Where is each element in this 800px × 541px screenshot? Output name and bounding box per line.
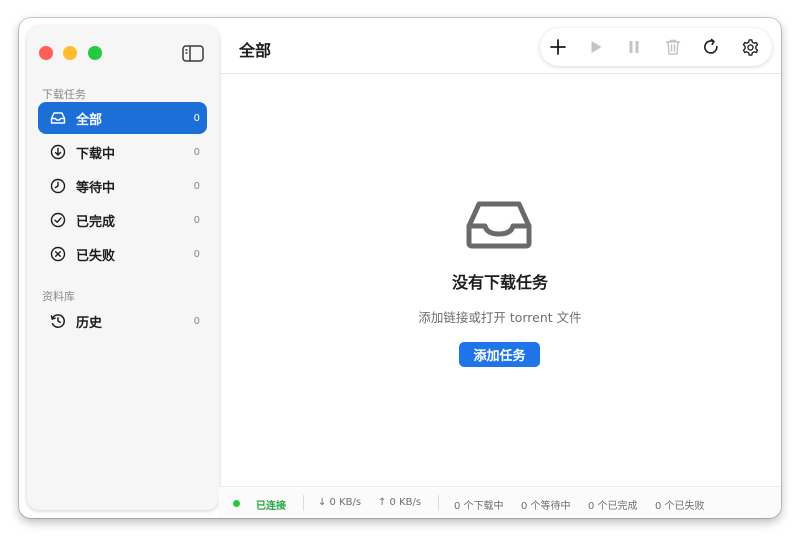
sidebar-item-history[interactable]: 历史 0 bbox=[38, 305, 207, 337]
sidebar-item-label: 已失败 bbox=[76, 248, 116, 264]
sidebar-item-count: 0 bbox=[193, 112, 200, 124]
sidebar-item-count: 0 bbox=[193, 146, 200, 158]
arrow-down-circle-icon bbox=[50, 144, 66, 160]
close-window-button[interactable] bbox=[39, 46, 53, 60]
sidebar-item-waiting[interactable]: 等待中 0 bbox=[38, 170, 207, 202]
header-divider bbox=[219, 73, 781, 74]
page-title: 全部 bbox=[239, 41, 272, 60]
trash-icon[interactable] bbox=[663, 37, 683, 57]
sidebar-item-count: 0 bbox=[193, 180, 200, 192]
sidebar-item-count: 0 bbox=[193, 214, 200, 226]
connection-status: 已连接 bbox=[256, 501, 286, 512]
play-icon[interactable] bbox=[586, 37, 606, 57]
empty-inbox-icon bbox=[465, 200, 533, 250]
status-bar: 已连接 ↓ 0 KB/s ↑ 0 KB/s 0 个下载中 0 个等待中 0 个已… bbox=[219, 486, 781, 518]
zoom-window-button[interactable] bbox=[88, 46, 102, 60]
sidebar-item-count: 0 bbox=[193, 248, 200, 260]
sidebar-item-failed[interactable]: 已失败 0 bbox=[38, 238, 207, 270]
minimize-window-button[interactable] bbox=[63, 46, 77, 60]
sidebar-item-label: 等待中 bbox=[76, 180, 116, 196]
inbox-icon bbox=[50, 110, 66, 126]
sidebar-item-downloading[interactable]: 下载中 0 bbox=[38, 136, 207, 168]
waiting-count: 0 个等待中 bbox=[521, 501, 571, 512]
history-icon bbox=[50, 313, 66, 329]
download-speed: ↓ 0 KB/s bbox=[318, 497, 362, 508]
clock-icon bbox=[50, 178, 66, 194]
check-circle-icon bbox=[50, 212, 66, 228]
plus-icon[interactable] bbox=[548, 37, 568, 57]
x-circle-icon bbox=[50, 246, 66, 262]
connection-status-dot bbox=[233, 500, 240, 507]
refresh-icon[interactable] bbox=[701, 37, 721, 57]
sidebar-item-label: 历史 bbox=[76, 315, 103, 331]
sidebar-item-label: 全部 bbox=[76, 112, 103, 128]
status-divider bbox=[438, 495, 439, 511]
empty-state-title: 没有下载任务 bbox=[451, 273, 548, 292]
sidebar-item-count: 0 bbox=[193, 315, 200, 327]
sidebar: 下载任务 全部 0 下载中 0 等待中 0 已完成 0 已失败 0 资料库 历史… bbox=[27, 26, 219, 510]
sidebar-item-label: 已完成 bbox=[76, 214, 116, 230]
failed-count: 0 个已失败 bbox=[655, 501, 705, 512]
sidebar-item-completed[interactable]: 已完成 0 bbox=[38, 204, 207, 236]
sidebar-item-label: 下载中 bbox=[76, 146, 116, 162]
sidebar-toggle-icon[interactable] bbox=[182, 45, 204, 62]
add-task-button[interactable]: 添加任务 bbox=[459, 342, 540, 367]
toolbar bbox=[540, 28, 772, 66]
status-divider bbox=[303, 495, 304, 511]
sidebar-item-all[interactable]: 全部 0 bbox=[38, 102, 207, 134]
section-label-library: 资料库 bbox=[42, 290, 75, 303]
section-label-downloads: 下载任务 bbox=[42, 88, 86, 101]
downloading-count: 0 个下载中 bbox=[454, 501, 504, 512]
completed-count: 0 个已完成 bbox=[588, 501, 638, 512]
empty-state-subtitle: 添加链接或打开 torrent 文件 bbox=[418, 310, 582, 325]
upload-speed: ↑ 0 KB/s bbox=[378, 497, 422, 508]
pause-icon[interactable] bbox=[624, 37, 644, 57]
app-window: 下载任务 全部 0 下载中 0 等待中 0 已完成 0 已失败 0 资料库 历史… bbox=[19, 18, 781, 518]
gear-icon[interactable] bbox=[740, 37, 760, 57]
